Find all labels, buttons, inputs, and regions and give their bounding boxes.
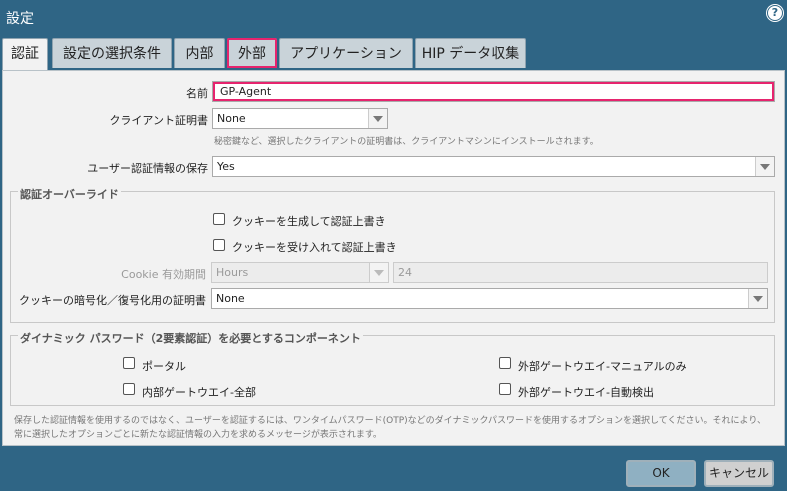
client-cert-hint: 秘密鍵など、選択したクライアントの証明書は、クライアントマシンにインストールされ… — [214, 137, 599, 147]
client-cert-value: None — [217, 112, 246, 125]
tab-applications[interactable]: アプリケーション — [279, 38, 413, 68]
chevron-down-icon[interactable] — [748, 289, 767, 308]
generate-cookie-label: クッキーを生成して認証上書き — [232, 215, 386, 228]
generate-cookie-checkbox[interactable] — [213, 213, 225, 225]
mfa-note: 保存した認証情報を使用するのではなく、ユーザーを認証するには、ワンタイムパスワー… — [14, 416, 766, 440]
client-cert-select[interactable]: None — [212, 108, 388, 129]
tab-hip-data-collection[interactable]: HIP データ収集 — [415, 38, 526, 68]
save-cred-select[interactable]: Yes — [212, 156, 775, 177]
dialog-title: 設定 — [6, 11, 34, 27]
chevron-down-icon[interactable] — [755, 157, 774, 176]
tab-external[interactable]: 外部 — [227, 38, 277, 68]
external-manual-label: 外部ゲートウエイ-マニュアルのみ — [518, 360, 687, 373]
client-cert-label: クライアント証明書 — [109, 114, 208, 127]
tab-internal[interactable]: 内部 — [174, 38, 225, 68]
chevron-down-icon[interactable] — [368, 109, 387, 128]
portal-checkbox[interactable] — [123, 357, 135, 369]
mfa-title: ダイナミック パスワード（2要素認証）を必要とするコンポーネント — [18, 330, 363, 346]
ok-button[interactable]: OK — [626, 460, 696, 487]
accept-cookie-checkbox[interactable] — [213, 239, 225, 251]
cookie-lifetime-value-field[interactable]: 24 — [393, 262, 768, 283]
cookie-lifetime-unit-select[interactable]: Hours — [211, 262, 389, 283]
auth-override-title: 認証オーバーライド — [18, 186, 121, 202]
save-cred-value: Yes — [217, 160, 235, 173]
portal-label: ポータル — [142, 360, 186, 373]
save-cred-label: ユーザー認証情報の保存 — [87, 162, 208, 175]
external-auto-label: 外部ゲートウエイ-自動検出 — [518, 386, 654, 399]
chevron-down-icon[interactable] — [369, 263, 388, 282]
encrypt-cert-select[interactable]: None — [211, 288, 768, 309]
dialog-titlebar: 設定 ? — [0, 0, 787, 34]
tab-authentication[interactable]: 認証 — [2, 38, 48, 71]
name-label: 名前 — [186, 87, 208, 100]
cookie-lifetime-unit-value: Hours — [216, 266, 249, 279]
accept-cookie-label: クッキーを受け入れて認証上書き — [232, 241, 397, 254]
internal-gateway-label: 内部ゲートウエイ-全部 — [142, 386, 256, 399]
external-manual-checkbox[interactable] — [499, 357, 511, 369]
external-auto-checkbox[interactable] — [499, 383, 511, 395]
cancel-button[interactable]: キャンセル — [704, 460, 774, 487]
tab-config-selection[interactable]: 設定の選択条件 — [52, 38, 172, 68]
name-field[interactable]: GP-Agent — [212, 81, 775, 102]
internal-gateway-checkbox[interactable] — [123, 383, 135, 395]
cookie-lifetime-label: Cookie 有効期間 — [121, 268, 206, 281]
encrypt-cert-label: クッキーの暗号化／復号化用の証明書 — [19, 294, 206, 307]
encrypt-cert-value: None — [216, 292, 245, 305]
help-icon[interactable]: ? — [767, 5, 783, 21]
